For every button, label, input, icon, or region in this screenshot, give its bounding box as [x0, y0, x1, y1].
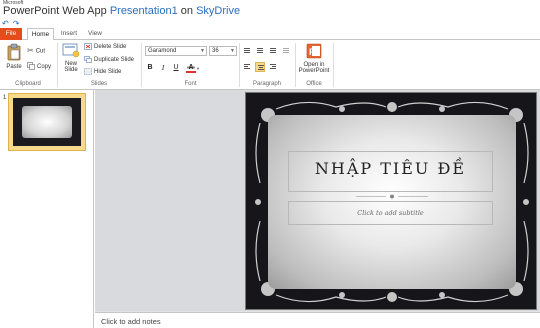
subtitle-placeholder[interactable]: Click to add subtitle [288, 201, 493, 225]
new-slide-icon [62, 43, 80, 58]
hide-slide-label: Hide Slide [94, 69, 122, 75]
hide-slide-button[interactable]: Hide Slide [84, 67, 121, 77]
numbering-button[interactable] [255, 46, 265, 56]
copy-button[interactable]: Copy [27, 62, 51, 72]
open-in-powerpoint-button[interactable]: P Open in PowerPoint [296, 43, 332, 74]
tab-insert[interactable]: Insert [57, 28, 81, 40]
new-slide-button[interactable]: New Slide [60, 43, 82, 73]
align-left-button[interactable] [242, 62, 252, 72]
app-name: PowerPoint Web App [3, 5, 107, 17]
font-group-label: Font [184, 81, 197, 87]
slide-editor: NHẬP TIÊU ĐỀ Click to add subtitle [95, 90, 540, 312]
copy-label: Copy [37, 64, 52, 70]
duplicate-slide-button[interactable]: Duplicate Slide [84, 55, 134, 65]
delete-slide-label: Delete Slide [94, 44, 127, 50]
tab-file[interactable]: File [0, 28, 22, 40]
scissors-icon: ✂ [27, 46, 34, 55]
slides-group-label: Slides [90, 81, 108, 87]
slide-thumbnail-pane: 1 [0, 90, 94, 328]
delete-slide-icon [84, 43, 92, 50]
align-right-button[interactable] [268, 62, 278, 72]
duplicate-slide-icon [84, 56, 92, 63]
paragraph-group-label: Paragraph [252, 81, 282, 87]
title-bar: Microsoft PowerPoint Web App Presentatio… [0, 0, 540, 20]
slide-thumbnail[interactable] [8, 93, 86, 151]
document-name-link[interactable]: Presentation1 [110, 5, 178, 17]
notes-pane[interactable]: Click to add notes [95, 312, 540, 328]
decrease-indent-button[interactable] [268, 46, 278, 56]
font-size-select[interactable]: 36 ▼ [209, 46, 237, 56]
notes-placeholder: Click to add notes [101, 317, 161, 326]
title-placeholder[interactable]: NHẬP TIÊU ĐỀ [288, 151, 493, 192]
paste-label: Paste [6, 64, 22, 70]
slide-canvas[interactable]: NHẬP TIÊU ĐỀ Click to add subtitle [245, 92, 537, 310]
thumbnail-frame [22, 106, 72, 138]
copy-icon [27, 62, 35, 71]
cut-button[interactable]: ✂ Cut [27, 46, 45, 56]
align-right-icon [270, 64, 276, 70]
chevron-down-icon: ▼ [196, 66, 200, 71]
ribbon: Paste ✂ Cut Copy Clipboard New Slide Dele… [0, 40, 540, 90]
numbering-icon [257, 48, 263, 54]
underline-button[interactable]: U [171, 63, 181, 73]
paste-button[interactable]: Paste [3, 43, 25, 70]
bold-button[interactable]: B [145, 63, 155, 73]
app-title: PowerPoint Web App Presentation1 on SkyD… [3, 5, 240, 17]
new-slide-label-2: Slide [64, 67, 78, 73]
svg-text:P: P [309, 47, 315, 57]
bullets-button[interactable] [242, 46, 252, 56]
font-name-value: Garamond [148, 48, 177, 54]
paste-icon [7, 43, 21, 61]
clipboard-group-label: Clipboard [15, 81, 41, 87]
decrease-indent-icon [270, 48, 276, 54]
font-name-select[interactable]: Garamond ▼ [145, 46, 207, 56]
align-center-button[interactable] [255, 62, 265, 72]
increase-indent-icon [283, 48, 289, 54]
thumbnail-number: 1 [3, 95, 7, 101]
ornament-divider [356, 194, 428, 199]
ribbon-tabs: File Home Insert View [0, 28, 540, 41]
skydrive-link[interactable]: SkyDrive [196, 5, 240, 17]
office-group-label: Office [306, 81, 322, 87]
tab-view[interactable]: View [85, 28, 105, 40]
font-color-button[interactable]: A [186, 63, 196, 73]
powerpoint-icon: P [306, 43, 322, 59]
slide-subtitle: Click to add subtitle [357, 209, 424, 217]
open-label-2: PowerPoint [298, 68, 330, 74]
delete-slide-button[interactable]: Delete Slide [84, 42, 126, 52]
chevron-down-icon: ▼ [230, 48, 235, 54]
slide-thumbnail-image [13, 98, 81, 146]
hide-slide-icon [84, 68, 92, 75]
italic-button[interactable]: I [158, 63, 168, 73]
chevron-down-icon: ▼ [200, 48, 205, 54]
align-left-icon [244, 64, 250, 70]
align-center-icon [258, 65, 264, 71]
font-size-value: 36 [212, 48, 219, 54]
increase-indent-button[interactable] [281, 46, 291, 56]
duplicate-slide-label: Duplicate Slide [94, 57, 135, 63]
cut-label: Cut [35, 48, 46, 55]
on-label: on [180, 5, 194, 17]
bullets-icon [244, 48, 250, 54]
ribbon-divider [333, 43, 334, 87]
slide-title: NHẬP TIÊU ĐỀ [314, 159, 467, 178]
